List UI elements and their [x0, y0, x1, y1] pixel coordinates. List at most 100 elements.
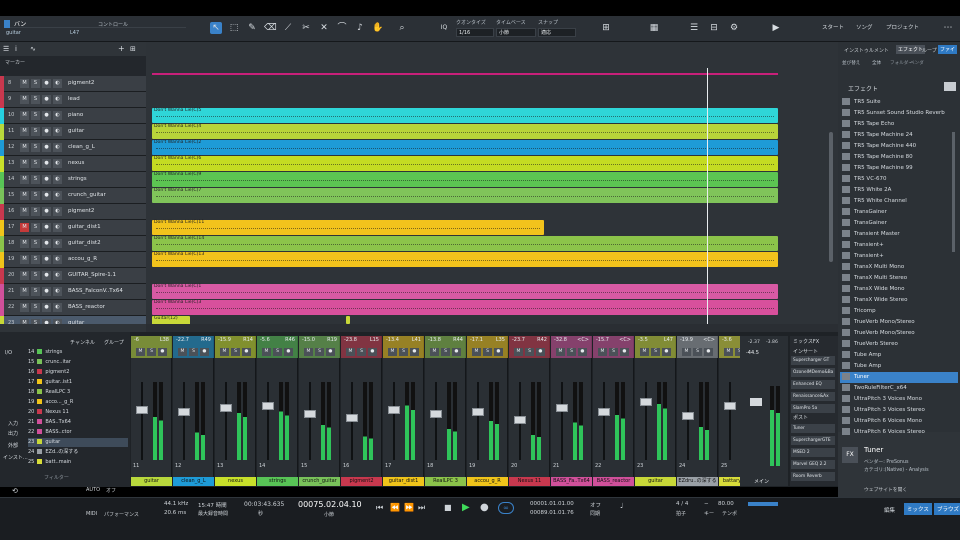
- filter-label[interactable]: フィルター: [44, 474, 69, 481]
- record-arm-button[interactable]: ●: [42, 191, 51, 200]
- monitor-button[interactable]: ◐: [53, 223, 62, 232]
- effect-list-item[interactable]: TwoRuleFilterC_x64: [840, 383, 958, 394]
- solo-button[interactable]: S: [31, 127, 40, 136]
- mute-button[interactable]: M: [178, 348, 187, 356]
- rewind-icon[interactable]: ⏪: [390, 503, 400, 512]
- mute-button[interactable]: M: [388, 348, 397, 356]
- solo-button[interactable]: S: [315, 348, 324, 356]
- track-name[interactable]: guitar_dist2: [68, 240, 101, 246]
- solo-button[interactable]: S: [31, 175, 40, 184]
- effect-list-item[interactable]: UltraPitch 6 Voices Stereo: [840, 427, 958, 438]
- record-arm-button[interactable]: ●: [578, 348, 587, 356]
- solo-button[interactable]: S: [693, 348, 702, 356]
- channel-list-item[interactable]: 16 pigment2: [28, 368, 128, 377]
- record-arm-button[interactable]: ●: [42, 223, 51, 232]
- audio-clip[interactable]: Don't Wanna Lie(C)3: [152, 300, 778, 315]
- pan-display[interactable]: -3.5 L47: [636, 337, 675, 347]
- browser-tab-loops[interactable]: ループ: [922, 47, 937, 54]
- mute-button[interactable]: M: [346, 348, 355, 356]
- channel-name[interactable]: nexus: [215, 477, 256, 486]
- solo-button[interactable]: S: [567, 348, 576, 356]
- track-row[interactable]: 16 M S ● ◐ pigment2: [0, 204, 146, 220]
- mute-button[interactable]: M: [556, 348, 565, 356]
- listen-tool-icon[interactable]: ♪: [354, 22, 366, 34]
- track-row[interactable]: 22 M S ● ◐ BASS_reactor: [0, 300, 146, 316]
- channel-list-item[interactable]: 17 guitar..ist1: [28, 378, 128, 387]
- monitor-button[interactable]: ◐: [53, 207, 62, 216]
- channel-name[interactable]: strings: [257, 477, 298, 486]
- pan-display[interactable]: -23.7 R42: [510, 337, 549, 347]
- record-arm-button[interactable]: ●: [42, 303, 51, 312]
- mute-button[interactable]: M: [20, 159, 29, 168]
- track-row[interactable]: 9 M S ● ◐ lead: [0, 92, 146, 108]
- solo-button[interactable]: S: [483, 348, 492, 356]
- range-tool-icon[interactable]: ⬚: [228, 22, 240, 34]
- solo-button[interactable]: S: [441, 348, 450, 356]
- record-arm-button[interactable]: ●: [704, 348, 713, 356]
- channel-list-item[interactable]: 25 batt..main: [28, 458, 128, 467]
- monitor-button[interactable]: ◐: [53, 271, 62, 280]
- mute-button[interactable]: M: [262, 348, 271, 356]
- record-arm-button[interactable]: ●: [42, 79, 51, 88]
- audio-clip[interactable]: Don't Wanna Lie(C)11: [152, 220, 544, 235]
- quantize-select[interactable]: 1/16: [456, 28, 494, 37]
- solo-button[interactable]: S: [31, 239, 40, 248]
- effect-list-item[interactable]: TR5 Tape Machine 99: [840, 163, 958, 174]
- record-arm-button[interactable]: ●: [42, 271, 51, 280]
- track-name[interactable]: nexus: [68, 160, 84, 166]
- mute-tool-icon[interactable]: ✕: [318, 22, 330, 34]
- mute-button[interactable]: M: [598, 348, 607, 356]
- effect-list-item[interactable]: Transient+: [840, 240, 958, 251]
- insert-slot[interactable]: SlamPro 5a: [791, 404, 835, 413]
- volume-fader[interactable]: [178, 408, 190, 416]
- bottom-tab-mix[interactable]: ミックス: [904, 503, 932, 515]
- record-icon[interactable]: ●: [480, 502, 489, 513]
- monitor-button[interactable]: ◐: [53, 95, 62, 104]
- split-tool-icon[interactable]: ✂: [300, 22, 312, 34]
- mute-button[interactable]: M: [430, 348, 439, 356]
- pan-display[interactable]: -19.9 <C>: [678, 337, 717, 347]
- solo-button[interactable]: S: [31, 287, 40, 296]
- pan-display[interactable]: -6 L38: [132, 337, 171, 347]
- menu-icon[interactable]: ☰: [3, 45, 9, 53]
- monitor-button[interactable]: ◐: [53, 159, 62, 168]
- solo-button[interactable]: S: [31, 191, 40, 200]
- channel-list-item[interactable]: 18 RealLPC 3: [28, 388, 128, 397]
- audio-clip[interactable]: Don't Wanna Lie(C)6: [152, 156, 778, 171]
- channel-list-item[interactable]: 19 acco..._g_R: [28, 398, 128, 407]
- bottom-tab-edit[interactable]: 編集: [884, 506, 895, 514]
- channel-name[interactable]: BASS_reactor: [593, 477, 634, 486]
- track-row[interactable]: 12 M S ● ◐ clean_g_L: [0, 140, 146, 156]
- solo-button[interactable]: S: [609, 348, 618, 356]
- solo-button[interactable]: S: [31, 143, 40, 152]
- stop-icon[interactable]: ■: [444, 503, 452, 512]
- channel-name[interactable]: guitar_dist1: [383, 477, 424, 486]
- volume-fader[interactable]: [430, 410, 442, 418]
- effect-list-item[interactable]: TransX Multi Mono: [840, 262, 958, 273]
- record-arm-button[interactable]: ●: [42, 95, 51, 104]
- track-row[interactable]: 17 M S ● ◐ guitar_dist1: [0, 220, 146, 236]
- mute-button[interactable]: M: [20, 303, 29, 312]
- mute-button[interactable]: M: [136, 348, 145, 356]
- vertical-scrollbar[interactable]: [829, 132, 833, 262]
- sort-label[interactable]: 並び替え: [842, 60, 860, 66]
- record-arm-button[interactable]: ●: [368, 348, 377, 356]
- volume-fader[interactable]: [346, 414, 358, 422]
- snap-grid-icon[interactable]: ⊞: [600, 22, 612, 34]
- volume-fader[interactable]: [556, 404, 568, 412]
- record-arm-button[interactable]: ●: [410, 348, 419, 356]
- insert-slot[interactable]: Renaissance&Ax: [791, 392, 835, 401]
- pan-display[interactable]: -5.6 R46: [258, 337, 297, 347]
- effect-list-item[interactable]: Transient+: [840, 251, 958, 262]
- channel-header[interactable]: チャンネル: [70, 339, 95, 346]
- pan-display[interactable]: -22.7 R49: [174, 337, 213, 347]
- output-label[interactable]: 出力: [8, 430, 18, 437]
- effect-list-item[interactable]: TR5 VC-670: [840, 174, 958, 185]
- record-arm-button[interactable]: ●: [620, 348, 629, 356]
- solo-button[interactable]: S: [31, 159, 40, 168]
- insert-slot[interactable]: Marvel GEQ 2.2: [791, 460, 835, 469]
- record-arm-button[interactable]: ●: [242, 348, 251, 356]
- channel-name[interactable]: Nexus 11: [509, 477, 550, 486]
- mute-button[interactable]: M: [20, 175, 29, 184]
- channel-name[interactable]: RealLPC 3: [425, 477, 466, 486]
